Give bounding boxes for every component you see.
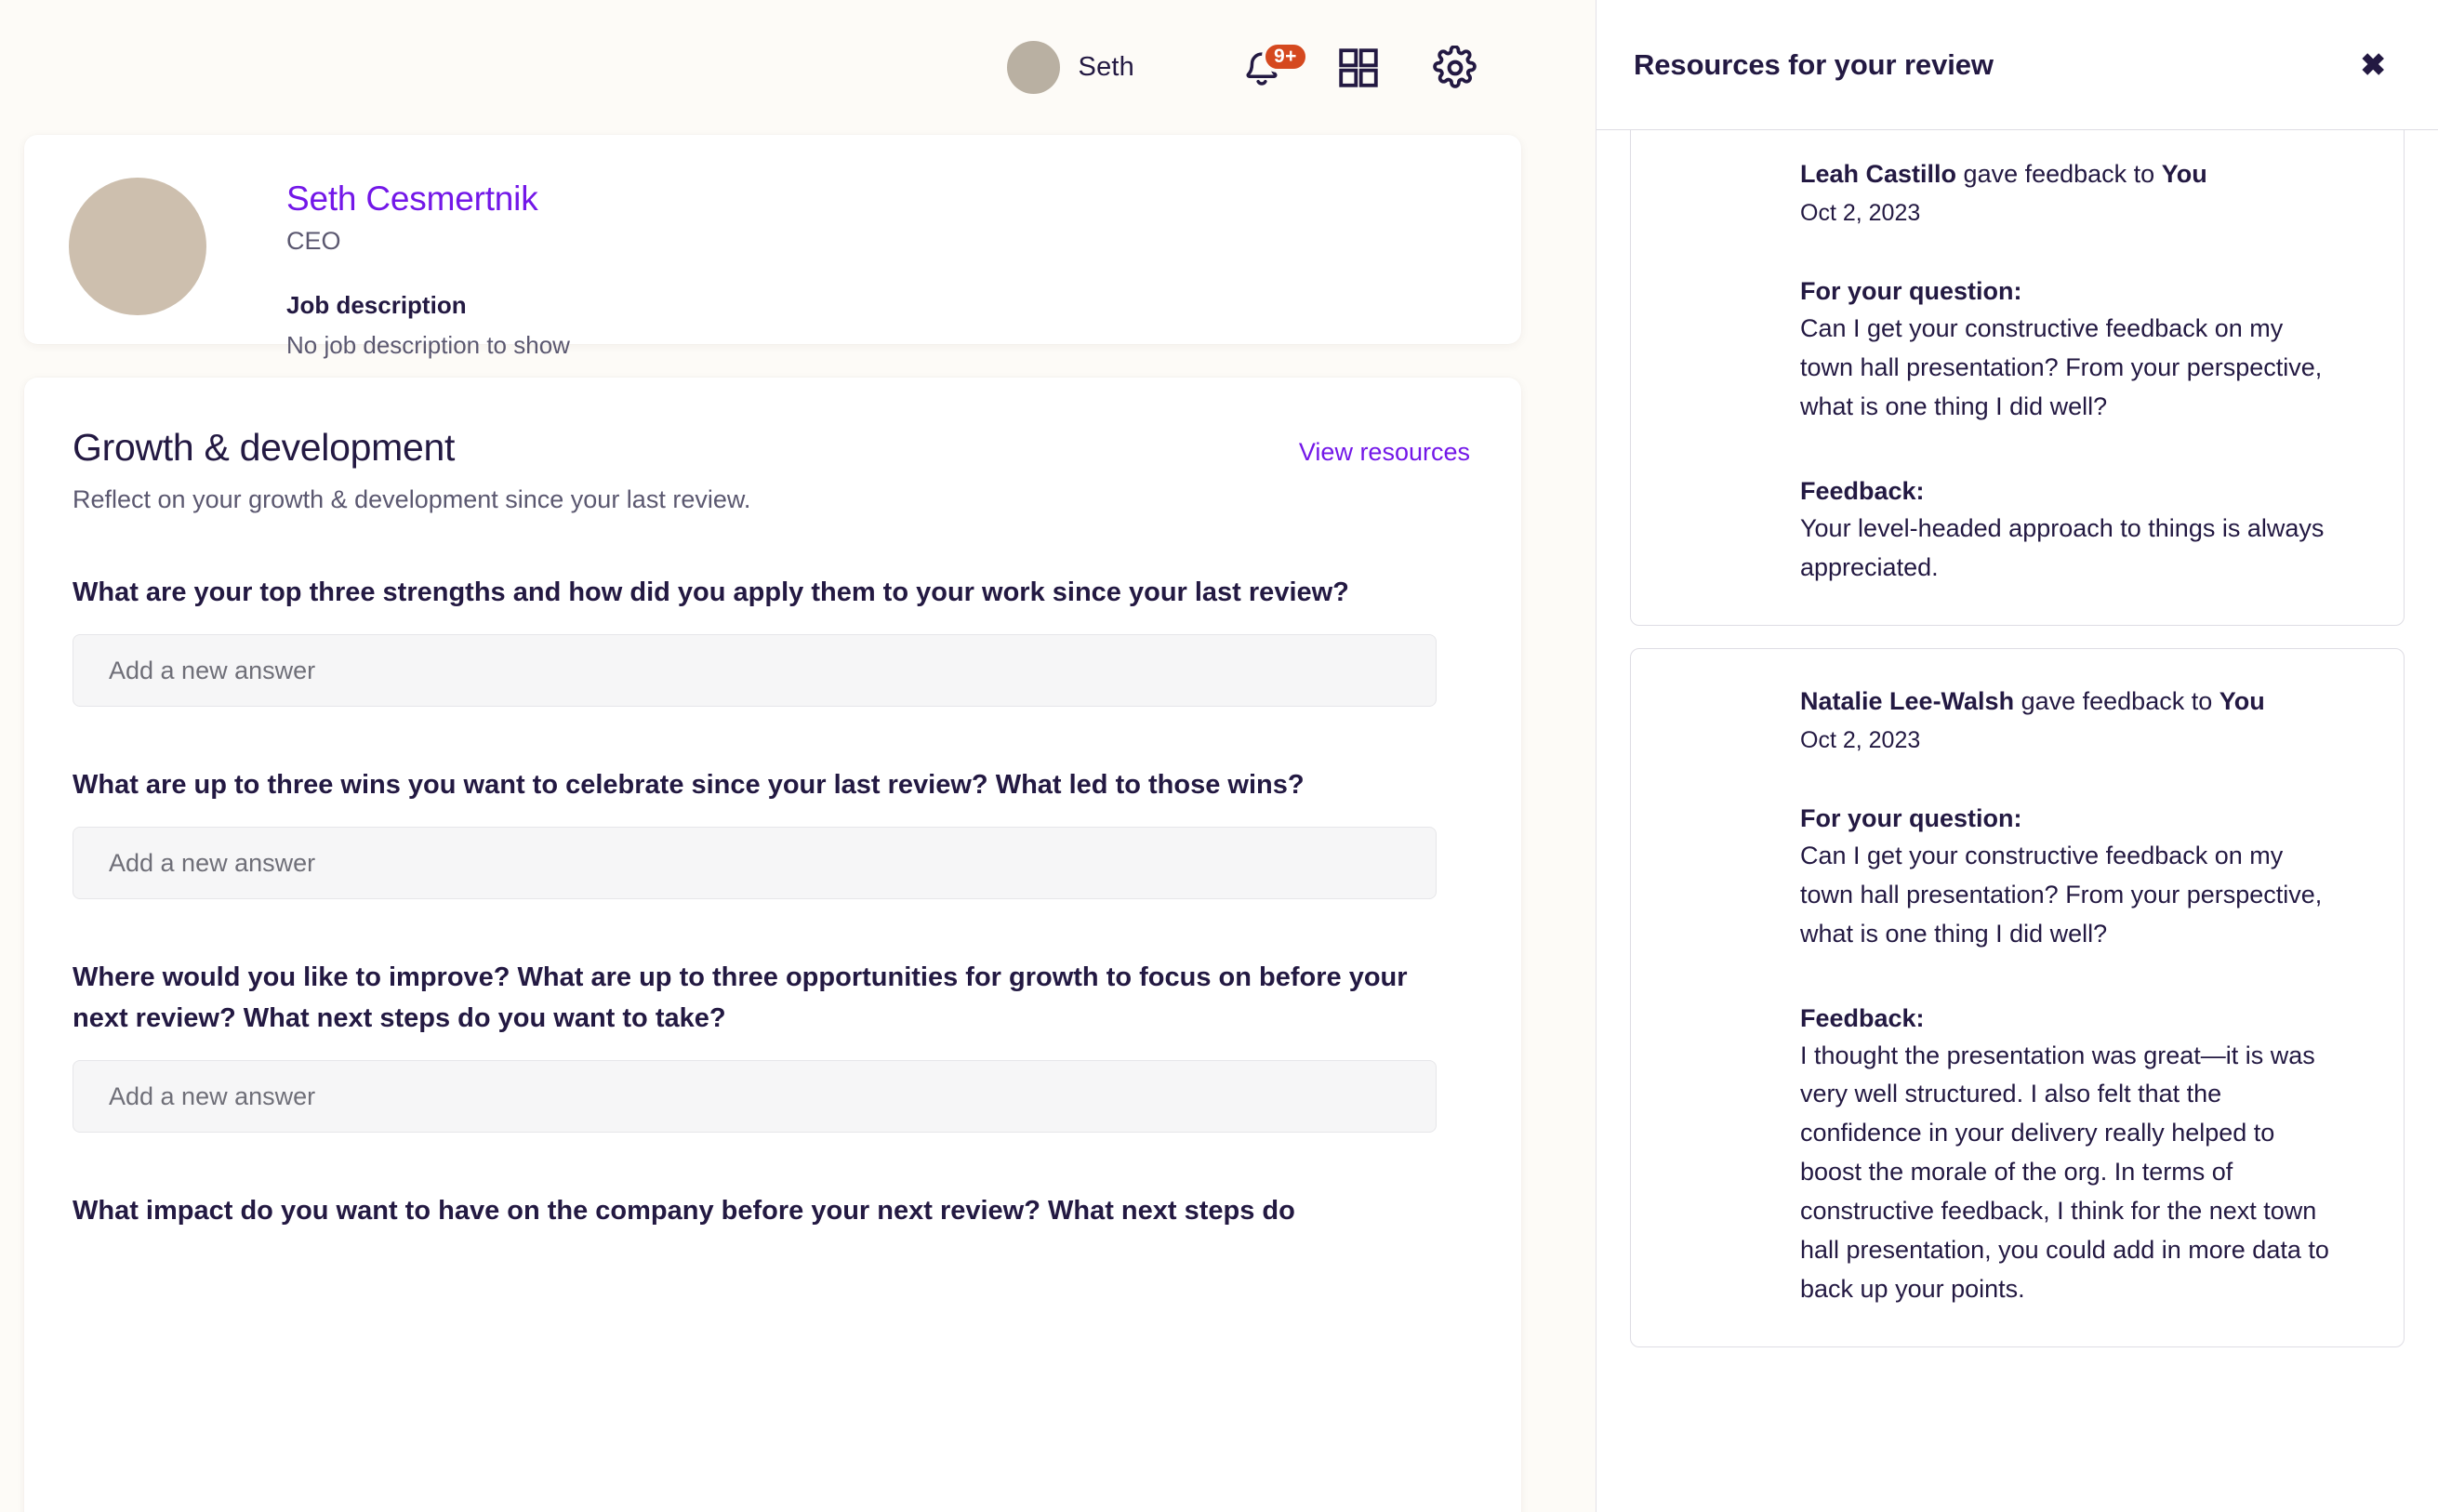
question-block: What are your top three strengths and ho…	[73, 572, 1473, 708]
question-text: What are up to three wins you want to ce…	[73, 770, 1305, 801]
question-text: What impact do you want to have on the c…	[73, 1196, 1295, 1227]
close-icon[interactable]: ✖	[2360, 49, 2386, 80]
panel-title: Resources for your review	[1634, 47, 1994, 81]
feedback-label: Feedback:	[1800, 1003, 1925, 1032]
question-label: For your question:	[1800, 804, 2022, 833]
feedback-recipient: You	[2219, 686, 2265, 715]
resources-side-panel: Resources for your review ✖ Leah Castill…	[1596, 0, 2438, 1512]
job-description-value: No job description to show	[286, 330, 570, 359]
answer-placeholder: Add a new answer	[109, 848, 316, 877]
growth-title: Growth & development	[73, 426, 456, 469]
content-column: Seth Cesmertnik CEO Job description No j…	[0, 135, 1596, 1512]
main-content-region: Seth 9+ Seth Cesmertnik CEO Job descript…	[0, 0, 1596, 1512]
question-block: What are up to three wins you want to ce…	[73, 764, 1473, 900]
avatar-pair	[1668, 161, 1772, 217]
apps-button[interactable]	[1330, 39, 1387, 97]
feedback-body: I thought the presentation was great—it …	[1800, 1041, 2329, 1303]
growth-header: Growth & development View resources	[73, 426, 1473, 470]
user-menu[interactable]: Seth	[1006, 41, 1134, 94]
feedback-date: Oct 2, 2023	[1800, 727, 1921, 754]
feedback-card: Leah Castillo gave feedback to You Oct 2…	[1630, 130, 2405, 626]
avatar	[1006, 41, 1060, 94]
feedback-card-meta: Leah Castillo gave feedback to You Oct 2…	[1800, 157, 2207, 227]
feedback-action: gave feedback to	[2014, 686, 2219, 715]
feedback-recipient: You	[2161, 160, 2207, 188]
feedback-body: Your level-headed approach to things is …	[1800, 513, 2325, 581]
profile-photo	[69, 178, 206, 315]
feedback-card-meta: Natalie Lee-Walsh gave feedback to You O…	[1800, 684, 2265, 754]
apps-grid-icon	[1339, 47, 1378, 87]
answer-input[interactable]: Add a new answer	[73, 827, 1437, 900]
avatar	[1668, 161, 1724, 217]
question-text: What are your top three strengths and ho…	[73, 577, 1349, 607]
question-label: For your question:	[1800, 277, 2022, 306]
view-resources-link[interactable]: View resources	[1299, 426, 1473, 467]
gear-icon	[1433, 45, 1477, 88]
profile-card: Seth Cesmertnik CEO Job description No j…	[24, 135, 1521, 359]
answer-placeholder: Add a new answer	[109, 656, 316, 684]
avatar	[1716, 687, 1772, 744]
growth-subtitle: Reflect on your growth & development sin…	[73, 485, 751, 513]
job-description-label: Job description	[286, 290, 467, 319]
settings-button[interactable]	[1426, 39, 1484, 97]
feedback-attribution: Leah Castillo gave feedback to You	[1800, 157, 2207, 191]
profile-role: CEO	[286, 226, 341, 255]
answer-input[interactable]: Add a new answer	[73, 634, 1437, 708]
feedback-author: Natalie Lee-Walsh	[1800, 686, 2015, 715]
feedback-card-body: For your question: Can I get your constr…	[1800, 277, 2366, 587]
feedback-card-header: Natalie Lee-Walsh gave feedback to You O…	[1668, 684, 2366, 754]
feedback-card-body: For your question: Can I get your constr…	[1800, 804, 2366, 1308]
growth-development-card: Growth & development View resources Refl…	[24, 378, 1521, 1512]
question-text: Where would you like to improve? What ar…	[73, 962, 1408, 1034]
avatar-pair	[1668, 687, 1772, 744]
panel-header: Resources for your review ✖	[1597, 0, 2438, 130]
notification-badge: 9+	[1262, 40, 1309, 73]
avatar	[1668, 687, 1724, 744]
feedback-action: gave feedback to	[1956, 160, 2162, 188]
avatar	[1716, 161, 1772, 217]
feedback-author: Leah Castillo	[1800, 160, 1957, 188]
question-body: Can I get your constructive feedback on …	[1800, 314, 2323, 421]
app-root: Seth 9+ Seth Cesmertnik CEO Job descript…	[0, 0, 2438, 1512]
feedback-card: Natalie Lee-Walsh gave feedback to You O…	[1630, 647, 2405, 1347]
answer-placeholder: Add a new answer	[109, 1081, 316, 1110]
user-name-label: Seth	[1078, 52, 1134, 82]
notifications-button[interactable]: 9+	[1233, 39, 1309, 97]
profile-name[interactable]: Seth Cesmertnik	[286, 179, 570, 219]
question-block: What impact do you want to have on the c…	[73, 1190, 1473, 1231]
profile-details: Seth Cesmertnik CEO Job description No j…	[286, 174, 570, 359]
answer-input[interactable]: Add a new answer	[73, 1060, 1437, 1134]
feedback-date: Oct 2, 2023	[1800, 200, 1921, 227]
question-block: Where would you like to improve? What ar…	[73, 957, 1473, 1134]
feedback-label: Feedback:	[1800, 476, 1925, 505]
question-body: Can I get your constructive feedback on …	[1800, 842, 2323, 948]
top-bar: Seth 9+	[0, 0, 1596, 135]
feedback-attribution: Natalie Lee-Walsh gave feedback to You	[1800, 684, 2265, 718]
feedback-card-header: Leah Castillo gave feedback to You Oct 2…	[1668, 157, 2366, 227]
panel-body: Leah Castillo gave feedback to You Oct 2…	[1597, 130, 2438, 1512]
